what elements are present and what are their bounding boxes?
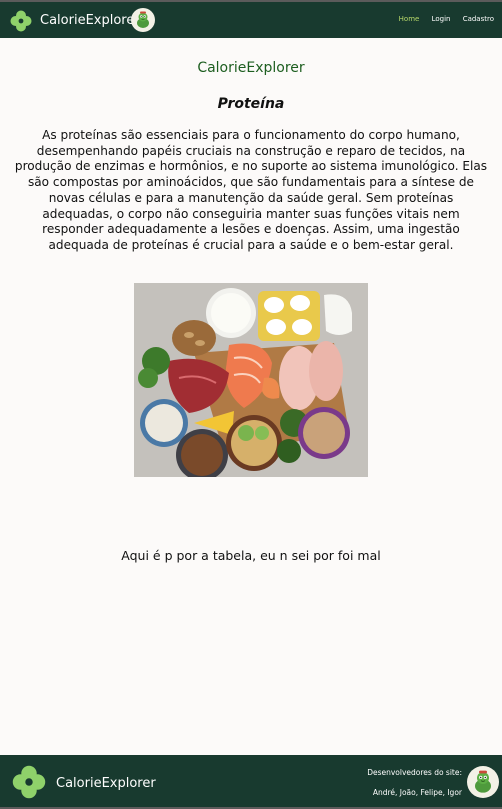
footer-brand: CalorieExplorer	[56, 776, 156, 791]
mascot-icon	[137, 11, 149, 28]
clover-logo-icon	[12, 765, 46, 799]
header-brand[interactable]: CalorieExplorer	[40, 13, 140, 28]
clover-logo-icon[interactable]	[10, 10, 32, 32]
site-footer: CalorieExplorer Desenvolvedores do site:…	[0, 755, 502, 809]
nav-home-link[interactable]: Home	[399, 15, 420, 23]
protein-foods-image	[134, 283, 368, 477]
mascot-avatar	[467, 766, 499, 798]
top-navbar: CalorieExplorer Home Login Cadastro	[0, 0, 502, 38]
main-nav: Home Login Cadastro	[389, 15, 494, 23]
developers-title: Desenvolvedores do site:	[367, 768, 462, 777]
nav-login-link[interactable]: Login	[432, 15, 451, 23]
section-title: Proteína	[217, 96, 285, 112]
developers-names: André, João, Felipe, Igor	[372, 788, 462, 797]
nav-cadastro-link[interactable]: Cadastro	[463, 15, 494, 23]
table-placeholder-caption: Aqui é p por a tabela, eu n sei por foi …	[121, 548, 381, 563]
protein-foods-illustration	[134, 283, 368, 477]
mascot-avatar	[131, 8, 155, 32]
intro-paragraph: As proteínas são essenciais para o funci…	[14, 128, 488, 252]
mascot-icon	[475, 770, 491, 793]
site-name-heading: CalorieExplorer	[197, 60, 305, 76]
